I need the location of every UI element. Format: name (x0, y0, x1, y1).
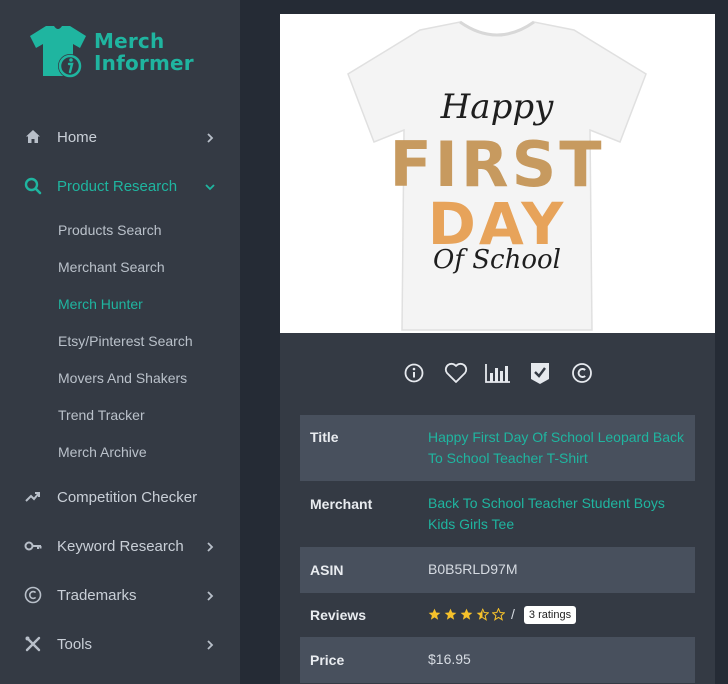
info-button[interactable] (399, 359, 429, 387)
sales-chart-button[interactable] (483, 359, 513, 387)
nav-home-label: Home (57, 128, 98, 146)
tshirt-image: Happy FIRST DAY Of School (347, 20, 647, 331)
chevron-right-icon (204, 638, 216, 650)
reviews-label: Reviews (310, 607, 367, 623)
chevron-right-icon (204, 589, 216, 601)
bar-chart-icon (484, 364, 510, 383)
row-price: Price $16.95 (300, 637, 695, 683)
logo[interactable]: Merch Informer (26, 22, 194, 82)
brand-line2: Informer (94, 51, 194, 75)
product-info-table: Title Happy First Day Of School Leopard … (300, 415, 695, 683)
asin-value: B0B5RLD97M (428, 561, 518, 577)
copyright-icon (24, 586, 42, 604)
chevron-right-icon (204, 540, 216, 552)
check-badge-button[interactable] (525, 359, 555, 387)
star-full-icon (460, 608, 473, 620)
sub-movers-and-shakers[interactable]: Movers And Shakers (58, 370, 187, 386)
product-card: Happy FIRST DAY Of School Title Happy Fi… (280, 14, 715, 684)
nav-product-research-label: Product Research (57, 177, 178, 195)
tools-icon (24, 635, 42, 653)
info-icon (404, 363, 423, 383)
title-link[interactable]: Happy First Day Of School Leopard Back T… (428, 427, 688, 469)
brand-name: Merch Informer (94, 30, 194, 74)
trademark-button[interactable] (567, 359, 597, 387)
nav-trademarks[interactable]: Trademarks (0, 575, 240, 615)
shirt-text-happy: Happy (440, 87, 554, 127)
chevron-right-icon (204, 131, 216, 143)
favorite-button[interactable] (441, 359, 471, 387)
sub-merch-hunter[interactable]: Merch Hunter (58, 296, 143, 312)
nav-keyword-research[interactable]: Keyword Research (0, 526, 240, 566)
brand-line1: Merch (94, 29, 165, 53)
search-icon (24, 177, 42, 195)
nav-home[interactable]: Home (0, 117, 240, 157)
sub-merch-archive[interactable]: Merch Archive (58, 444, 147, 460)
nav-keyword-research-label: Keyword Research (57, 537, 184, 555)
nav-competition-checker[interactable]: Competition Checker (0, 477, 240, 517)
star-full-icon (444, 608, 457, 620)
chevron-down-icon (204, 180, 216, 192)
star-half-icon (476, 608, 489, 621)
star-empty-icon (492, 608, 505, 621)
nav-product-research[interactable]: Product Research (0, 166, 240, 206)
heart-icon (444, 362, 467, 383)
badge-check-icon (530, 363, 549, 384)
sub-products-search[interactable]: Products Search (58, 222, 162, 238)
tshirt-info-icon (26, 22, 90, 82)
star-full-icon (428, 608, 441, 620)
asin-label: ASIN (310, 562, 344, 578)
home-icon (24, 128, 42, 146)
nav-tools-label: Tools (57, 635, 93, 653)
row-title: Title Happy First Day Of School Leopard … (300, 415, 695, 481)
title-label: Title (310, 429, 339, 445)
star-rating: / 3 ratings (428, 604, 688, 625)
copyright-icon (571, 363, 592, 383)
row-reviews: Reviews / 3 ratings (300, 593, 695, 637)
merchant-link[interactable]: Back To School Teacher Student Boys Kids… (428, 493, 688, 535)
row-asin: ASIN B0B5RLD97M (300, 547, 695, 593)
sidebar: Merch Informer Home Product Research Pro… (0, 0, 240, 684)
ratings-count-badge: 3 ratings (523, 605, 577, 624)
nav-competition-checker-label: Competition Checker (57, 488, 198, 506)
product-image[interactable]: Happy FIRST DAY Of School (280, 14, 715, 333)
nav-tools[interactable]: Tools (0, 624, 240, 664)
trending-up-icon (24, 488, 42, 506)
sub-etsy-pinterest-search[interactable]: Etsy/Pinterest Search (58, 333, 193, 349)
merchant-label: Merchant (310, 496, 373, 512)
price-value: $16.95 (428, 651, 471, 667)
nav-trademarks-label: Trademarks (57, 586, 137, 604)
product-actions (280, 358, 715, 388)
reviews-value: / 3 ratings (428, 604, 688, 625)
price-label: Price (310, 652, 345, 668)
sub-trend-tracker[interactable]: Trend Tracker (58, 407, 145, 423)
sub-merchant-search[interactable]: Merchant Search (58, 259, 165, 275)
rating-separator: / (511, 606, 515, 622)
shirt-text-of-school: Of School (433, 245, 561, 275)
key-icon (24, 537, 42, 555)
row-merchant: Merchant Back To School Teacher Student … (300, 481, 695, 547)
